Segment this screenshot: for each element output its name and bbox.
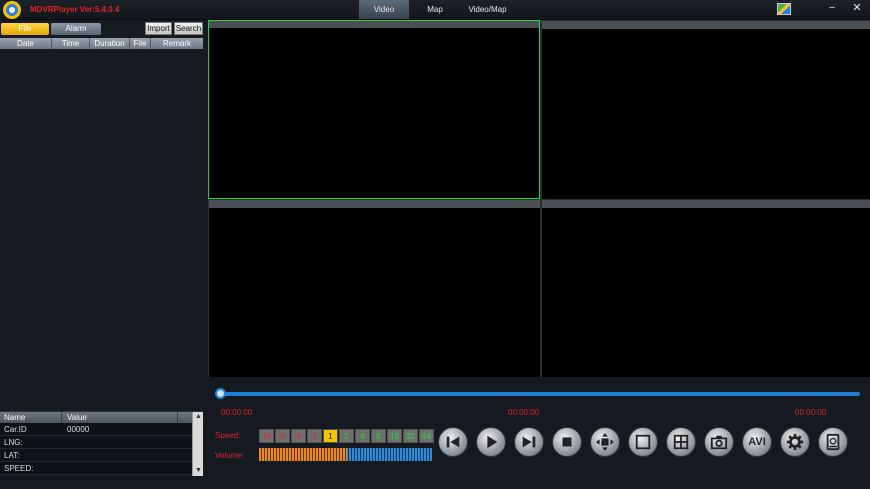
speed-selector: 16 8 4 2 1 2 4 8 16 32 64 <box>259 429 434 443</box>
scroll-down-icon[interactable]: ▼ <box>193 466 204 476</box>
app-logo-icon <box>3 1 21 19</box>
speed-option[interactable]: 1 <box>323 429 338 443</box>
hard-disk-icon <box>826 433 840 451</box>
tab-file[interactable]: File <box>1 23 49 35</box>
file-list[interactable] <box>0 49 203 409</box>
speed-option[interactable]: 16 <box>387 429 402 443</box>
tab-video[interactable]: Video <box>359 0 409 19</box>
map-icon[interactable] <box>777 3 791 15</box>
progress-handle[interactable] <box>215 388 226 399</box>
disk-button[interactable] <box>818 427 848 457</box>
title-bar: MDVRPlayer Ver:5.4.0.4 Video Map Video/M… <box>0 0 870 20</box>
speed-option[interactable]: 8 <box>371 429 386 443</box>
speed-option[interactable]: 64 <box>419 429 434 443</box>
info-table-header: Name Value <box>0 412 203 423</box>
control-buttons: AVI <box>438 427 848 457</box>
grid-icon <box>673 434 689 450</box>
next-button[interactable] <box>514 427 544 457</box>
video-grid <box>208 20 870 377</box>
info-scrollbar[interactable]: ▲ ▼ <box>192 412 203 476</box>
fullscreen-button[interactable] <box>590 427 620 457</box>
settings-button[interactable] <box>780 427 810 457</box>
video-pane-2[interactable] <box>542 21 870 199</box>
info-name: Car.ID <box>4 425 27 434</box>
volume-level <box>259 448 348 461</box>
quad-view-button[interactable] <box>666 427 696 457</box>
column-header-name: Name <box>0 412 62 423</box>
single-screen-icon <box>635 434 651 450</box>
close-button[interactable]: ✕ <box>847 0 867 18</box>
pane-title-bar <box>542 21 870 29</box>
playback-panel: 00:00:00 00:00:00 00:00:00 Speed: 16 8 4… <box>205 377 870 475</box>
column-header-remark[interactable]: Remark <box>151 38 203 49</box>
fullscreen-icon <box>596 433 614 451</box>
speed-option[interactable]: 2 <box>307 429 322 443</box>
stop-button[interactable] <box>552 427 582 457</box>
app-window: MDVRPlayer Ver:5.4.0.4 Video Map Video/M… <box>0 0 870 489</box>
pane-title-bar <box>209 200 540 208</box>
tab-alarm[interactable]: Alarm <box>51 23 101 35</box>
play-icon <box>487 435 498 449</box>
minimize-button[interactable]: – <box>822 0 842 18</box>
pane-title-bar <box>209 21 539 28</box>
file-table-header: Date Time Duration File Remark <box>0 38 203 49</box>
info-name: LAT: <box>4 451 20 460</box>
single-view-button[interactable] <box>628 427 658 457</box>
tab-video-map[interactable]: Video/Map <box>460 0 515 19</box>
app-title: MDVRPlayer Ver:5.4.0.4 <box>30 5 120 14</box>
speed-option[interactable]: 4 <box>291 429 306 443</box>
gear-icon <box>786 433 804 451</box>
speed-option[interactable]: 2 <box>339 429 354 443</box>
info-row: Car.ID 00000 <box>0 423 203 436</box>
speed-option[interactable]: 16 <box>259 429 274 443</box>
play-button[interactable] <box>476 427 506 457</box>
previous-button[interactable] <box>438 427 468 457</box>
info-value <box>62 462 190 474</box>
info-name: SPEED: <box>4 464 34 473</box>
tab-map[interactable]: Map <box>410 0 460 19</box>
info-row: LNG: <box>0 436 203 449</box>
video-pane-4[interactable] <box>542 200 870 377</box>
info-table: Name Value Car.ID 00000 LNG: LAT: SPEED:… <box>0 411 203 476</box>
left-panel: File Alarm Import Search Date Time Durat… <box>0 20 205 476</box>
column-header-value: Value <box>62 412 178 423</box>
column-header-time[interactable]: Time <box>52 38 90 49</box>
pane-title-bar <box>542 200 870 208</box>
info-name: LNG: <box>4 438 23 447</box>
time-start: 00:00:00 <box>221 408 253 417</box>
info-row: SPEED: <box>0 462 203 475</box>
volume-slider[interactable] <box>259 448 432 461</box>
avi-export-button[interactable]: AVI <box>742 427 772 457</box>
info-value: 00000 <box>67 425 90 434</box>
video-pane-1[interactable] <box>208 20 540 199</box>
info-value <box>62 436 190 448</box>
speed-option[interactable]: 32 <box>403 429 418 443</box>
speed-label: Speed: <box>215 431 241 440</box>
import-button[interactable]: Import <box>145 22 172 35</box>
info-row: LAT: <box>0 449 203 462</box>
column-header-date[interactable]: Date <box>0 38 52 49</box>
volume-label: Volume: <box>215 451 244 460</box>
search-button[interactable]: Search <box>174 22 203 35</box>
skip-forward-icon <box>522 436 536 448</box>
info-value <box>62 449 190 461</box>
column-header-duration[interactable]: Duration <box>90 38 130 49</box>
scroll-up-icon[interactable]: ▲ <box>193 412 204 422</box>
skip-back-icon <box>446 436 460 448</box>
camera-icon <box>710 435 728 450</box>
column-header-file[interactable]: File <box>130 38 151 49</box>
progress-track[interactable] <box>220 392 860 396</box>
speed-option[interactable]: 4 <box>355 429 370 443</box>
stop-icon <box>562 437 572 447</box>
time-current: 00:00:00 <box>508 408 540 417</box>
speed-option[interactable]: 8 <box>275 429 290 443</box>
snapshot-button[interactable] <box>704 427 734 457</box>
video-pane-3[interactable] <box>209 200 540 377</box>
time-end: 00:00:00 <box>795 408 827 417</box>
